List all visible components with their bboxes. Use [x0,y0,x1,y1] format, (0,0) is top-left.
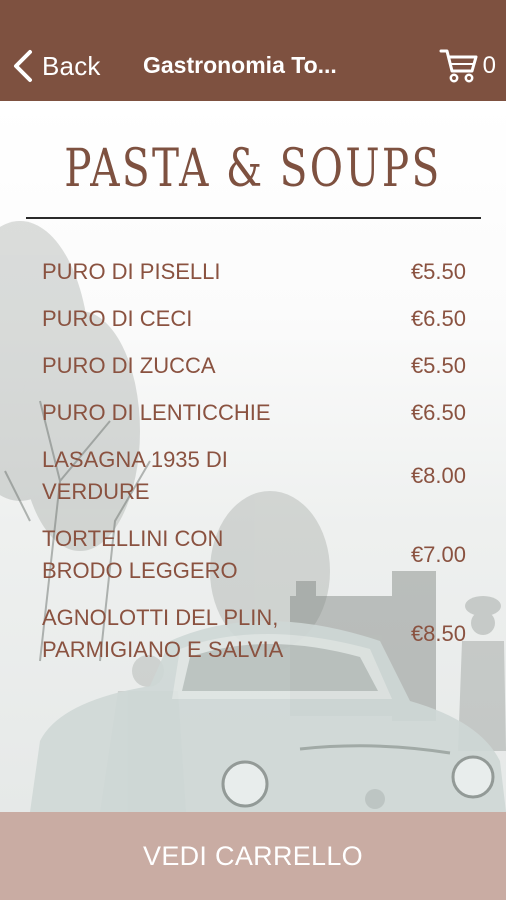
item-price: €8.00 [410,463,466,488]
item-name: PURO DI LENTICCHIE [42,400,271,425]
chevron-left-icon [14,50,32,82]
item-price: €6.50 [410,400,466,425]
section-heading: PASTA & SOUPS [64,139,442,199]
item-price: €5.50 [410,353,466,378]
heading-divider [26,217,481,219]
cart-button[interactable]: 0 [439,46,496,86]
menu-item[interactable]: PURO DI PISELLI €5.50 [42,256,466,288]
menu-item[interactable]: PURO DI ZUCCA €5.50 [42,350,466,382]
back-button[interactable]: Back [12,46,101,86]
navigation-bar: Back Gastronomia To... 0 [0,0,506,101]
cart-count-badge: 0 [482,52,496,79]
item-name: AGNOLOTTI DEL PLIN, PARMIGIANO E SALVIA [42,605,284,662]
item-price: €5.50 [410,259,466,284]
menu-item[interactable]: AGNOLOTTI DEL PLIN, PARMIGIANO E SALVIA … [42,602,466,666]
item-name: PURO DI CECI [42,306,193,331]
item-name: PURO DI ZUCCA [42,353,216,378]
view-cart-button[interactable]: VEDI CARRELLO [0,812,506,900]
back-label: Back [42,50,101,81]
page-title: Gastronomia To... [143,52,337,78]
menu-item[interactable]: LASAGNA 1935 DI VERDURE €8.00 [42,444,466,508]
menu-item[interactable]: PURO DI CECI €6.50 [42,303,466,335]
item-price: €8.50 [410,621,466,646]
item-name: TORTELLINI CON BRODO LEGGERO [42,526,238,583]
item-name: LASAGNA 1935 DI VERDURE [42,447,228,504]
shopping-cart-icon [439,49,478,83]
menu-item[interactable]: TORTELLINI CON BRODO LEGGERO €7.00 [42,523,466,587]
item-price: €6.50 [410,306,466,331]
item-price: €7.00 [410,542,466,567]
item-name: PURO DI PISELLI [42,259,221,284]
menu-item[interactable]: PURO DI LENTICCHIE €6.50 [42,397,466,429]
